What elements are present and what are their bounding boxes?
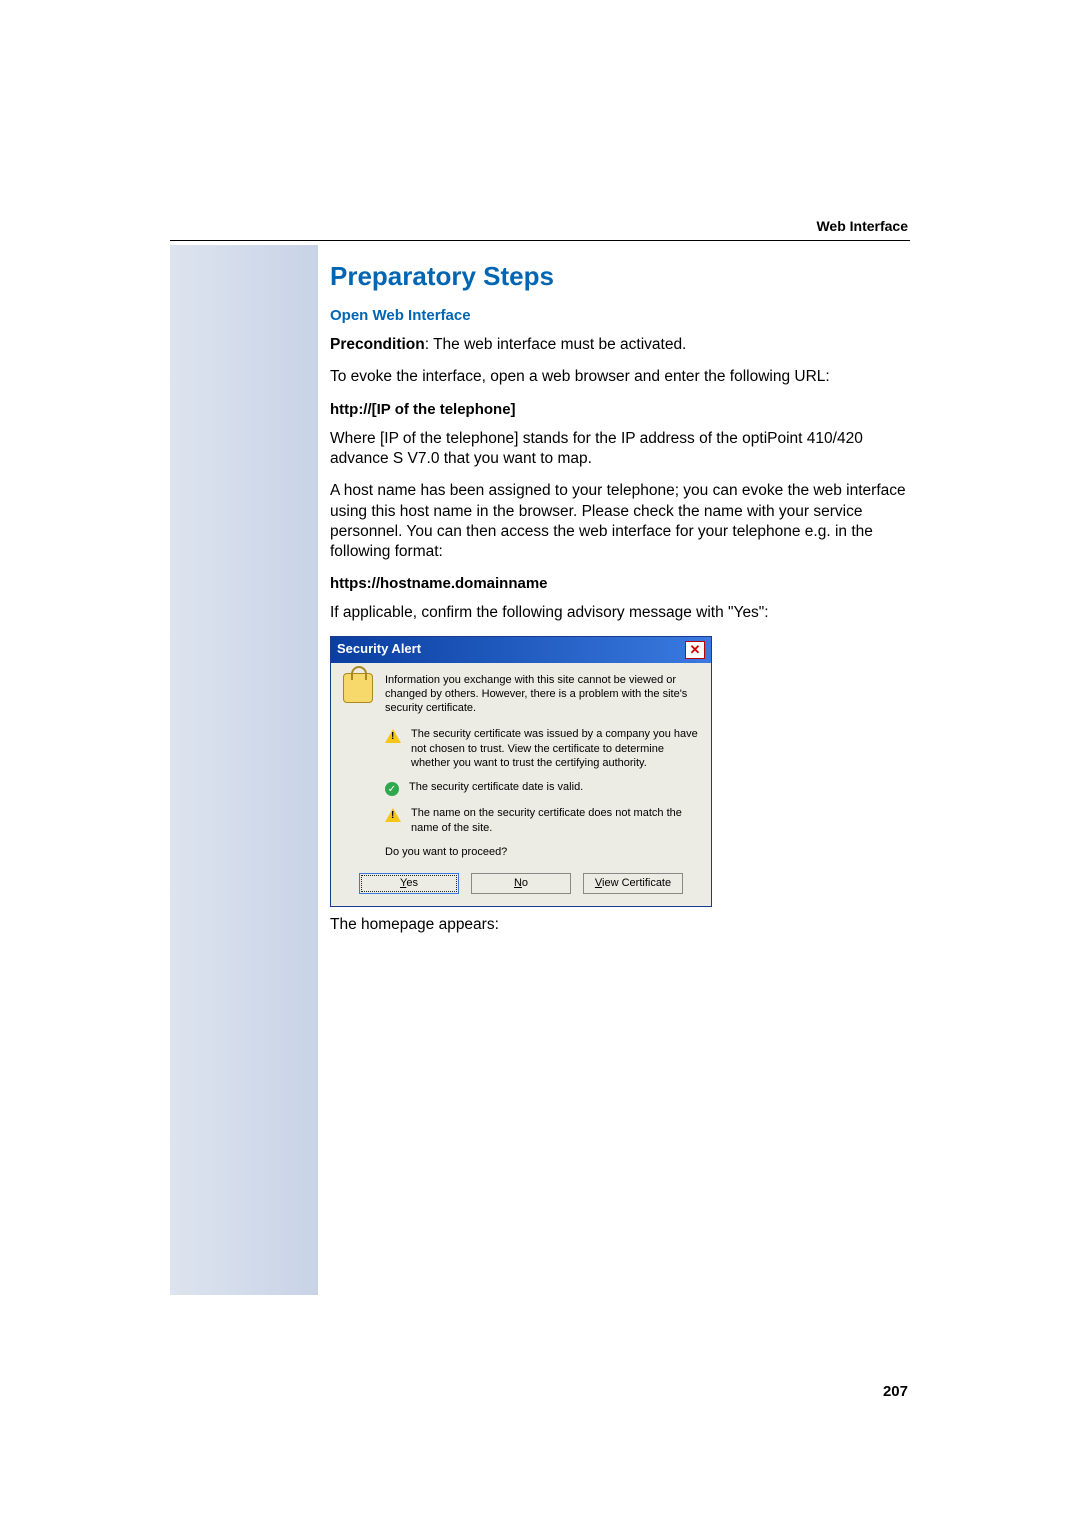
dialog-item-2-text: The security certificate date is valid. (409, 780, 583, 794)
precondition-text: : The web interface must be activated. (425, 336, 687, 353)
security-alert-dialog: Security Alert ✕ Information you exchang… (330, 636, 712, 907)
para-ip-explain: Where [IP of the telephone] stands for t… (330, 429, 910, 469)
para-hostname: A host name has been assigned to your te… (330, 481, 910, 562)
left-margin-band (170, 245, 318, 1295)
dialog-item-1-text: The security certificate was issued by a… (411, 727, 699, 770)
header-rule (170, 240, 910, 241)
precondition-line: Precondition: The web interface must be … (330, 335, 910, 355)
subheading-open-web: Open Web Interface (330, 306, 910, 326)
dialog-item-1: The security certificate was issued by a… (385, 727, 699, 770)
dialog-buttons: Yes No View Certificate (343, 873, 699, 893)
page-number: 207 (883, 1383, 908, 1400)
content-area: Preparatory Steps Open Web Interface Pre… (330, 260, 910, 947)
header-section: Web Interface (816, 218, 908, 234)
dialog-intro-row: Information you exchange with this site … (343, 673, 699, 716)
dialog-body: Information you exchange with this site … (331, 663, 711, 906)
dialog-titlebar: Security Alert ✕ (331, 637, 711, 663)
precondition-label: Precondition (330, 336, 425, 353)
para-homepage: The homepage appears: (330, 915, 910, 935)
dialog-item-3: The name on the security certificate doe… (385, 806, 699, 835)
para-evoke: To evoke the interface, open a web brows… (330, 367, 910, 387)
lock-icon (343, 673, 375, 705)
dialog-title: Security Alert (337, 641, 421, 658)
yes-button[interactable]: Yes (359, 873, 459, 893)
warning-icon (385, 729, 401, 743)
page-title: Preparatory Steps (330, 260, 910, 294)
close-icon[interactable]: ✕ (685, 641, 705, 659)
document-page: Web Interface Preparatory Steps Open Web… (0, 0, 1080, 1528)
dialog-intro-text: Information you exchange with this site … (385, 673, 699, 716)
dialog-item-3-text: The name on the security certificate doe… (411, 806, 699, 835)
check-icon: ✓ (385, 782, 399, 796)
url-http: http://[IP of the telephone] (330, 400, 910, 420)
view-certificate-button[interactable]: View Certificate (583, 873, 683, 893)
no-button[interactable]: No (471, 873, 571, 893)
dialog-question: Do you want to proceed? (385, 845, 699, 859)
para-confirm: If applicable, confirm the following adv… (330, 603, 910, 623)
warning-icon (385, 808, 401, 822)
dialog-item-2: ✓ The security certificate date is valid… (385, 780, 699, 796)
url-https: https://hostname.domainname (330, 574, 910, 594)
